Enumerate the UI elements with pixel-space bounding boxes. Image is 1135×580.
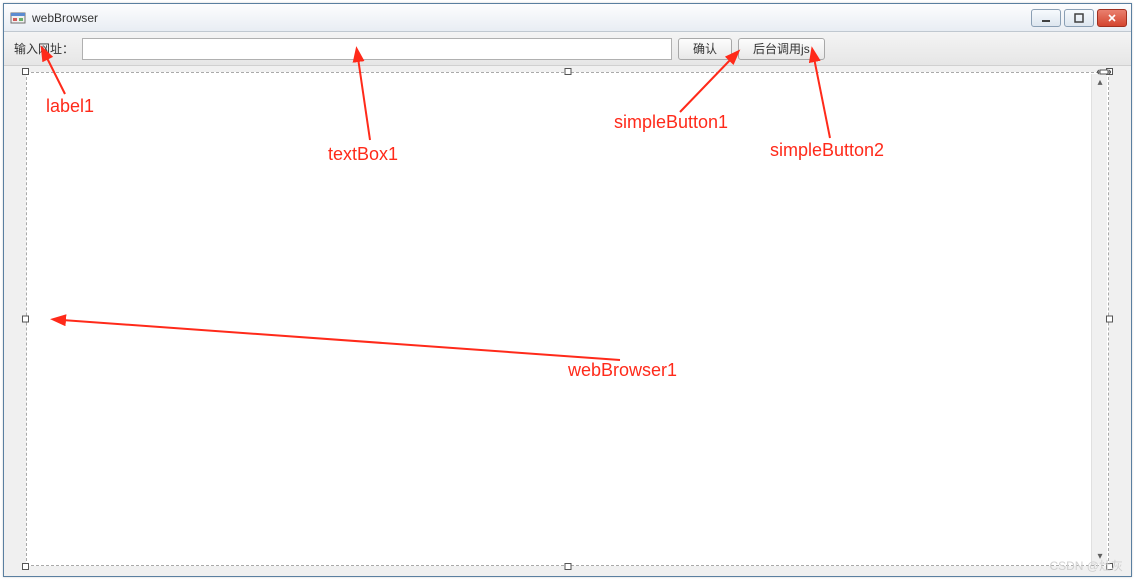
resize-handle[interactable]: [22, 316, 29, 323]
resize-handle[interactable]: [1106, 563, 1113, 570]
designer-surface: ▴ ▾: [12, 70, 1123, 568]
toolbar: 输入网址： 确认 后台调用js: [4, 32, 1131, 66]
resize-handle[interactable]: [22, 68, 29, 75]
window-title: webBrowser: [32, 11, 98, 25]
close-button[interactable]: [1097, 9, 1127, 27]
minimize-button[interactable]: [1031, 9, 1061, 27]
scroll-down-icon[interactable]: ▾: [1092, 548, 1108, 564]
resize-handle[interactable]: [564, 563, 571, 570]
scrollbar-vertical[interactable]: ▴ ▾: [1091, 74, 1107, 564]
titlebar[interactable]: webBrowser: [4, 4, 1131, 32]
maximize-button[interactable]: [1064, 9, 1094, 27]
url-input[interactable]: [82, 38, 672, 60]
move-glyph-icon[interactable]: [1097, 67, 1111, 77]
invoke-js-button[interactable]: 后台调用js: [738, 38, 825, 60]
app-window: webBrowser 输入网址： 确认 后台调用js ▴ ▾: [3, 3, 1132, 577]
resize-handle[interactable]: [22, 563, 29, 570]
webbrowser-control[interactable]: ▴ ▾: [26, 72, 1109, 566]
app-icon: [10, 10, 26, 26]
confirm-button[interactable]: 确认: [678, 38, 732, 60]
url-label: 输入网址：: [14, 40, 74, 57]
window-controls: [1031, 9, 1127, 27]
resize-handle[interactable]: [564, 68, 571, 75]
resize-handle[interactable]: [1106, 316, 1113, 323]
